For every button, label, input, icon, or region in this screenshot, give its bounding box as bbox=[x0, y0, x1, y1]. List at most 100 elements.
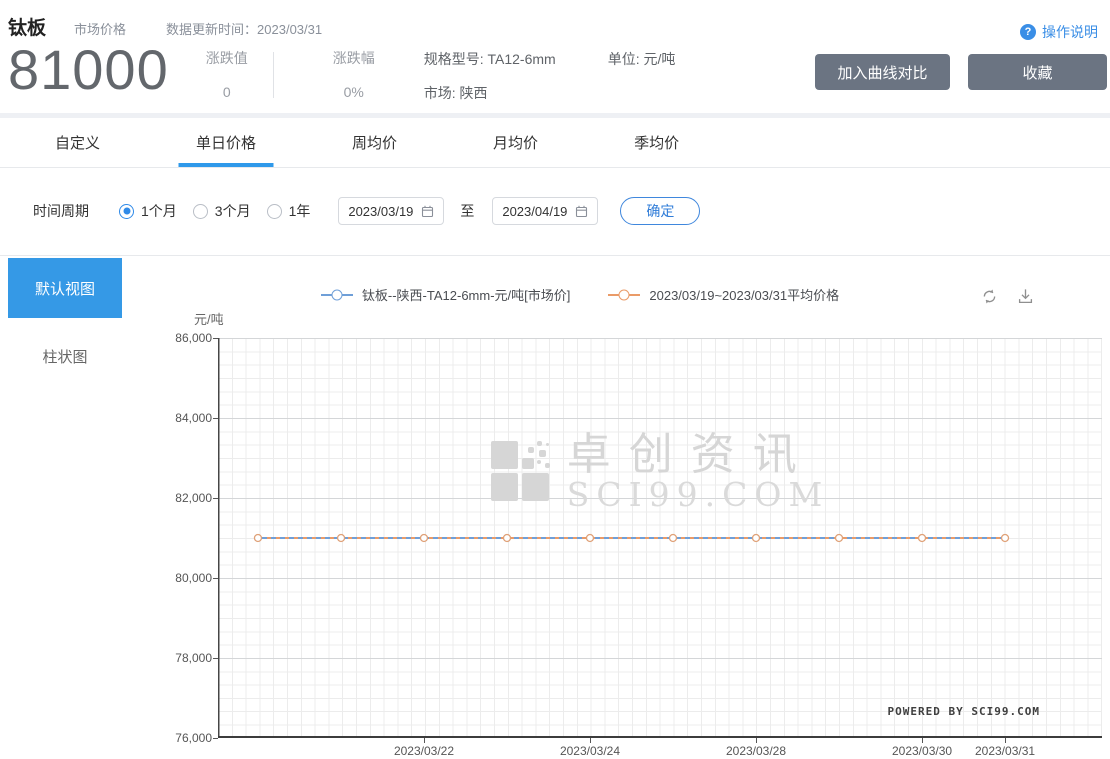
unit-label: 单位: 元/吨 bbox=[607, 51, 676, 67]
radio-label: 3个月 bbox=[214, 203, 251, 219]
x-axis-tick-label: 2023/03/24 bbox=[559, 744, 621, 758]
market-price-label: 市场价格 bbox=[74, 22, 127, 37]
legend-item-market-price[interactable]: 钛板--陕西-TA12-6mm-元/吨[市场价] bbox=[320, 285, 571, 304]
download-icon[interactable] bbox=[1016, 287, 1035, 306]
start-date-input[interactable]: 2023/03/19 bbox=[338, 197, 445, 225]
tab-weekly-avg[interactable]: 周均价 bbox=[352, 118, 397, 167]
data-point-marker[interactable] bbox=[336, 533, 346, 543]
chart-toolbar bbox=[980, 287, 1035, 306]
legend-label: 钛板--陕西-TA12-6mm-元/吨[市场价] bbox=[361, 288, 571, 303]
radio-icon bbox=[119, 203, 134, 219]
radio-label: 1年 bbox=[288, 203, 311, 219]
radio-3-month[interactable]: 3个月 bbox=[192, 201, 251, 221]
date-range-to-label: 至 bbox=[460, 203, 475, 219]
x-axis-tick-label: 2023/03/28 bbox=[725, 744, 787, 758]
tab-quarterly-avg[interactable]: 季均价 bbox=[634, 118, 679, 167]
calendar-icon bbox=[422, 205, 434, 217]
y-axis-tick-label: 80,000 bbox=[175, 571, 212, 585]
x-axis-tick-label: 2023/03/30 bbox=[891, 744, 953, 758]
tab-monthly-avg[interactable]: 月均价 bbox=[493, 118, 538, 167]
spec-model: 规格型号: TA12-6mm bbox=[423, 51, 556, 67]
sidebar-item-bar-chart[interactable]: 柱状图 bbox=[0, 346, 130, 367]
vertical-divider bbox=[272, 52, 274, 98]
y-axis-tick bbox=[213, 418, 218, 419]
time-period-label: 时间周期 bbox=[33, 203, 89, 219]
sidebar-item-default-view[interactable]: 默认视图 bbox=[8, 258, 122, 318]
x-axis-tick bbox=[1005, 738, 1007, 743]
y-axis-tick bbox=[213, 658, 218, 659]
radio-icon bbox=[266, 203, 282, 219]
radio-icon bbox=[192, 203, 208, 219]
chart-panel: 钛板--陕西-TA12-6mm-元/吨[市场价] 2023/03/19~2023… bbox=[130, 256, 1110, 759]
change-pct-column: 涨跌幅 0% bbox=[330, 48, 378, 100]
change-pct-value: 0% bbox=[343, 84, 364, 100]
start-date-value: 2023/03/19 bbox=[348, 203, 414, 219]
header: 钛板 市场价格 数据更新时间：2023/03/31 ? 操作说明 81000 涨… bbox=[0, 0, 1110, 113]
y-axis-unit-label: 元/吨 bbox=[194, 312, 224, 327]
data-point-marker[interactable] bbox=[585, 533, 595, 543]
main-section: 默认视图 柱状图 钛板--陕西-TA12-6mm-元/吨[市场价] 2023/0… bbox=[0, 255, 1110, 759]
data-point-marker[interactable] bbox=[668, 533, 678, 543]
y-axis-tick-label: 84,000 bbox=[175, 411, 212, 425]
end-date-input[interactable]: 2023/04/19 bbox=[492, 197, 599, 225]
y-axis-tick bbox=[213, 738, 218, 739]
confirm-button[interactable]: 确定 bbox=[620, 197, 701, 225]
change-value: 0 bbox=[222, 84, 231, 100]
refresh-icon[interactable] bbox=[980, 287, 999, 306]
legend-item-average-price[interactable]: 2023/03/19~2023/03/31平均价格 bbox=[608, 285, 839, 304]
filter-section: 时间周期 1个月 3个月 1年 2023/03/19 至 2023/04/19 … bbox=[0, 169, 1110, 255]
y-axis-tick-label: 82,000 bbox=[175, 491, 212, 505]
data-point-marker[interactable] bbox=[419, 533, 429, 543]
data-point-marker[interactable] bbox=[1000, 533, 1010, 543]
data-point-marker[interactable] bbox=[253, 533, 263, 543]
data-point-marker[interactable] bbox=[751, 533, 761, 543]
price-row: 81000 涨跌值 0 涨跌幅 0% 规格型号: TA12-6mm 市场: 陕西… bbox=[8, 40, 675, 103]
legend-marker-blue bbox=[320, 293, 353, 296]
chart-legend: 钛板--陕西-TA12-6mm-元/吨[市场价] 2023/03/19~2023… bbox=[130, 285, 1030, 304]
chart-svg bbox=[218, 338, 1102, 738]
y-axis-tick-label: 78,000 bbox=[175, 651, 212, 665]
current-price: 81000 bbox=[8, 38, 169, 101]
end-date-value: 2023/04/19 bbox=[502, 203, 568, 219]
y-axis-tick bbox=[213, 338, 218, 339]
tab-custom[interactable]: 自定义 bbox=[55, 118, 100, 167]
add-to-curve-compare-button[interactable]: 加入曲线对比 bbox=[815, 54, 950, 90]
header-top-row: 钛板 市场价格 数据更新时间：2023/03/31 bbox=[8, 13, 322, 40]
x-axis-tick bbox=[922, 738, 924, 743]
help-label: 操作说明 bbox=[1042, 24, 1098, 40]
legend-label: 2023/03/19~2023/03/31平均价格 bbox=[649, 288, 840, 303]
price-type-tabs: 自定义 单日价格 周均价 月均价 季均价 bbox=[0, 118, 1110, 168]
radio-1-month[interactable]: 1个月 bbox=[119, 201, 177, 221]
update-time-label: 数据更新时间： bbox=[166, 22, 258, 37]
legend-marker-orange bbox=[608, 293, 641, 296]
x-axis-tick bbox=[423, 738, 425, 743]
filter-row: 时间周期 1个月 3个月 1年 2023/03/19 至 2023/04/19 … bbox=[33, 197, 701, 225]
page-title: 钛板 bbox=[8, 18, 47, 39]
data-point-marker[interactable] bbox=[834, 533, 844, 543]
change-value-label: 涨跌值 bbox=[205, 50, 248, 66]
data-point-marker[interactable] bbox=[917, 533, 927, 543]
x-axis-tick-label: 2023/03/31 bbox=[974, 744, 1036, 758]
spec-column: 规格型号: TA12-6mm 市场: 陕西 bbox=[424, 49, 556, 103]
plot-area: 卓创资讯 SCI99.COM POWERED BY SCI99.COM bbox=[218, 338, 1102, 738]
y-axis-tick bbox=[213, 578, 218, 579]
update-time-value: 2023/03/31 bbox=[257, 22, 323, 37]
question-icon: ? bbox=[1020, 24, 1036, 40]
data-update-time: 数据更新时间：2023/03/31 bbox=[166, 19, 322, 38]
calendar-icon bbox=[576, 205, 588, 217]
x-axis-tick bbox=[589, 738, 591, 743]
x-axis-tick-label: 2023/03/22 bbox=[393, 744, 454, 758]
change-value-column: 涨跌值 0 bbox=[203, 48, 251, 100]
radio-label: 1个月 bbox=[141, 203, 177, 219]
y-axis-tick bbox=[213, 498, 218, 499]
y-axis-tick-label: 86,000 bbox=[175, 331, 212, 345]
help-link[interactable]: ? 操作说明 bbox=[1020, 22, 1098, 42]
radio-1-year[interactable]: 1年 bbox=[266, 201, 311, 221]
y-axis-tick-label: 76,000 bbox=[175, 731, 212, 745]
data-point-marker[interactable] bbox=[502, 533, 512, 543]
change-pct-label: 涨跌幅 bbox=[332, 50, 375, 66]
tab-daily-price[interactable]: 单日价格 bbox=[196, 118, 256, 167]
x-axis-tick bbox=[756, 738, 757, 743]
market-region: 市场: 陕西 bbox=[423, 85, 488, 101]
favorite-button[interactable]: 收藏 bbox=[968, 54, 1107, 90]
